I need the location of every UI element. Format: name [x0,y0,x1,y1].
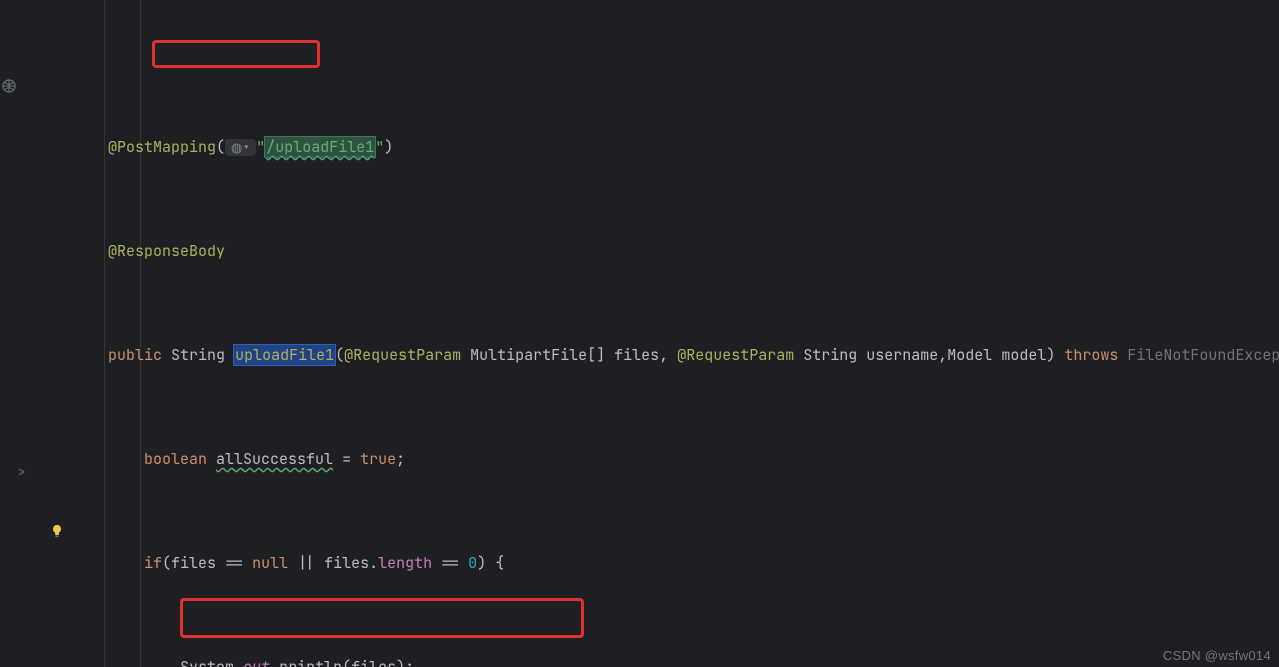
code-line[interactable]: System.out.println(files); [72,654,1279,667]
editor-root: > @PostMapping(◍▾"/uploadFile1") @Respon… [0,0,1279,667]
watermark: CSDN @wsfw014 [1163,648,1271,663]
code-line[interactable]: boolean allSuccessful = true; [72,446,1279,472]
code-line[interactable]: @PostMapping(◍▾"/uploadFile1") [72,134,1279,160]
code-area[interactable]: @PostMapping(◍▾"/uploadFile1") @Response… [72,0,1279,667]
code-line[interactable]: @ResponseBody [72,238,1279,264]
gutter: > [0,0,72,667]
annotation-highlight-box [152,40,320,68]
fold-toggle[interactable]: > [18,464,25,480]
annotation-highlight-box [180,598,584,638]
intention-bulb-icon[interactable] [50,524,64,538]
endpoint-icon[interactable] [2,78,16,92]
code-line[interactable]: if(files == null || files.length == 0) { [72,550,1279,576]
method-decl: uploadFile1 [234,345,335,365]
url-method-icon: ◍▾ [225,139,256,156]
code-line[interactable]: public String uploadFile1(@RequestParam … [72,342,1279,368]
